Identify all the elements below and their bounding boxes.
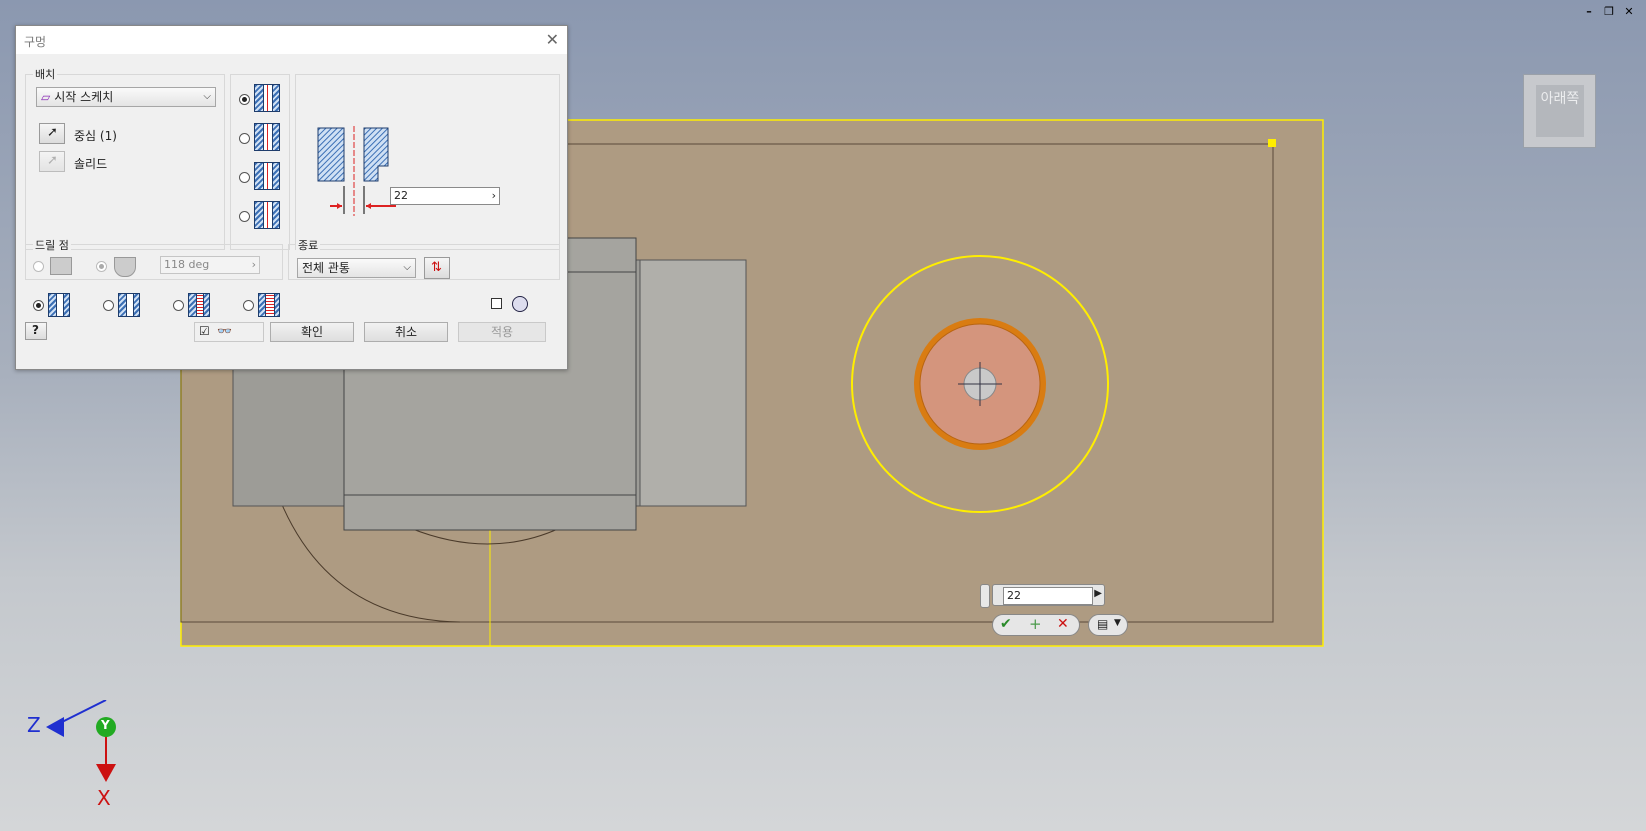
minitoolbar-diameter: 22 ▶ [992, 584, 1105, 606]
flip-icon: ⇅ [431, 260, 442, 275]
help-icon: ? [32, 323, 39, 337]
minitoolbar-options[interactable]: ▤ ▼ [1088, 614, 1128, 636]
ok-button[interactable]: 확인 [270, 322, 354, 342]
hole-dialog: 구멍 ✕ 배치 ▱시작 스케치 ⌵ ➚ 중심 (1) ➚ 솔리드 22 › 드 [15, 25, 568, 370]
y-axis-label: Y [101, 718, 110, 732]
placement-type-select[interactable]: ▱ 시작 스케치 ⌵ [36, 87, 216, 107]
simple-hole-radio[interactable] [239, 94, 250, 105]
dialog-titlebar[interactable]: 구멍 ✕ [16, 26, 567, 54]
sketch-point [1268, 139, 1276, 147]
imate-icon[interactable] [512, 296, 528, 312]
countersink-radio[interactable] [239, 211, 250, 222]
glasses-icon: 👓 [217, 324, 232, 338]
placement-label: 배치 [33, 66, 58, 82]
cursor-icon: ➚ [47, 153, 58, 168]
angle-drill-radio[interactable] [96, 261, 107, 272]
z-axis-label: Z [27, 713, 41, 737]
help-button[interactable]: ? [25, 322, 47, 340]
counterbore-radio[interactable] [239, 133, 250, 144]
taper-tapped-radio[interactable] [243, 300, 254, 311]
chevron-right-icon[interactable]: › [252, 257, 256, 273]
flat-drill-icon [50, 257, 72, 275]
cancel-button[interactable]: 취소 [364, 322, 448, 342]
termination-select[interactable]: 전체 관통 ⌵ [297, 258, 416, 278]
x-axis-label: X [97, 786, 111, 810]
x-axis-arrow [96, 764, 116, 782]
center-select-button[interactable]: ➚ [39, 123, 65, 144]
apply-check-icon[interactable]: ✔ [1000, 616, 1012, 632]
tapped-radio[interactable] [173, 300, 184, 311]
chevron-down-icon: ⌵ [403, 262, 411, 273]
counterbore-icon [254, 123, 280, 151]
minitoolbar-grip[interactable] [980, 584, 990, 608]
play-icon[interactable]: ▶ [1094, 588, 1102, 599]
z-axis-arrow [46, 717, 64, 737]
drilled-radio[interactable] [33, 300, 44, 311]
close-icon[interactable]: ✕ [546, 30, 559, 49]
spotface-radio[interactable] [239, 172, 250, 183]
angle-drill-icon [114, 257, 136, 277]
simple-hole-icon [254, 84, 280, 112]
hole-section-diagram [317, 126, 396, 216]
viewcube-face-label[interactable]: 아래쪽 [1536, 85, 1584, 137]
solid-select-button[interactable]: ➚ [39, 151, 65, 172]
clearance-radio[interactable] [103, 300, 114, 311]
spotface-icon [254, 162, 280, 190]
minitoolbar-diameter-input[interactable]: 22 [1003, 587, 1093, 605]
chevron-down-icon: ▼ [1114, 618, 1121, 628]
cancel-x-icon[interactable]: ✕ [1057, 616, 1069, 632]
countersink-icon [254, 201, 280, 229]
solid-label: 솔리드 [74, 157, 108, 171]
diameter-input[interactable]: 22 › [390, 187, 500, 205]
drill-point-label: 드릴 점 [33, 237, 71, 253]
apply-button[interactable]: 적용 [458, 322, 546, 342]
chevron-down-icon: ⌵ [203, 91, 211, 102]
taper-tapped-icon [258, 293, 280, 317]
drilled-icon [48, 293, 70, 317]
minitoolbar-actions: ✔ + ✕ [992, 614, 1080, 636]
list-icon: ▤ [1097, 617, 1109, 631]
sketch-icon: ▱ [41, 90, 51, 104]
center-label: 중심 (1) [74, 129, 117, 143]
drill-angle-input[interactable]: 118 deg › [160, 256, 260, 274]
add-icon[interactable]: + [1029, 615, 1042, 633]
checkbox-checked-icon: ☑ [199, 324, 210, 338]
dialog-title: 구멍 [24, 35, 47, 49]
termination-label: 종료 [296, 237, 321, 253]
flip-direction-button[interactable]: ⇅ [424, 257, 450, 279]
clearance-icon [118, 293, 140, 317]
flat-drill-radio[interactable] [33, 261, 44, 272]
tapped-icon [188, 293, 210, 317]
cursor-icon: ➚ [47, 125, 58, 140]
viewcube[interactable]: 아래쪽 [1523, 74, 1596, 148]
preview-toggle[interactable]: ☑ 👓 [194, 322, 264, 342]
chevron-right-icon[interactable]: › [492, 188, 496, 204]
infer-imates-checkbox[interactable] [491, 298, 502, 309]
